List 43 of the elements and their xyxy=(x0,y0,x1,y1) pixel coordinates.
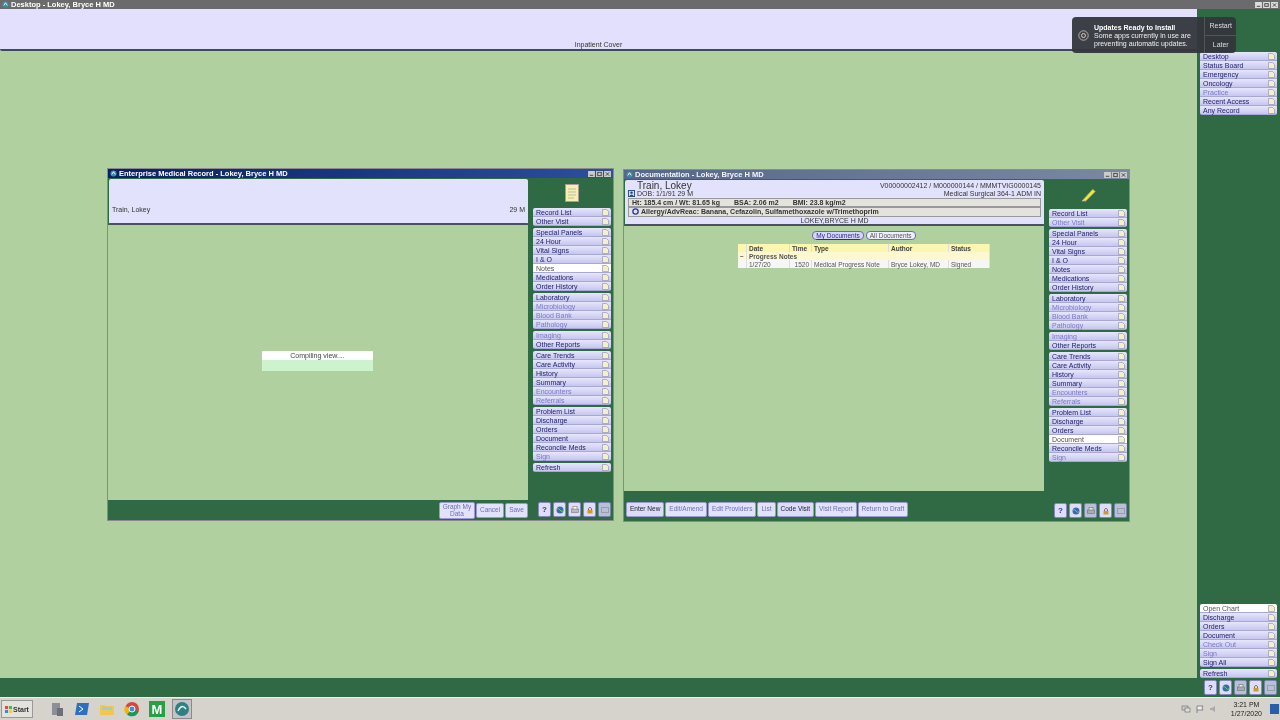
flag-icon[interactable] xyxy=(1194,705,1205,713)
maximize-button[interactable] xyxy=(596,170,603,177)
help-button[interactable]: ? xyxy=(538,502,551,517)
printer-button[interactable] xyxy=(568,502,581,517)
allergy-icon xyxy=(632,208,639,216)
minimize-button[interactable] xyxy=(588,170,595,177)
app-icon xyxy=(626,171,633,178)
printer-icon xyxy=(1236,683,1245,692)
close-button[interactable] xyxy=(604,170,611,177)
window-icon xyxy=(600,505,609,514)
restore-button[interactable] xyxy=(1263,1,1270,8)
globe-icon xyxy=(1071,506,1080,515)
minimize-button[interactable] xyxy=(1104,171,1111,178)
lock-button[interactable] xyxy=(583,502,596,517)
globe-icon xyxy=(555,505,564,514)
printer-icon xyxy=(570,505,579,514)
app-icon xyxy=(2,1,9,8)
lock-icon xyxy=(1101,506,1110,515)
window-icon xyxy=(1116,506,1125,515)
help-button[interactable]: ? xyxy=(1054,503,1067,518)
browser-icon[interactable] xyxy=(121,699,142,719)
globe-button[interactable] xyxy=(1219,680,1232,695)
lock-button[interactable] xyxy=(1099,503,1112,518)
lock-button[interactable] xyxy=(1249,680,1262,695)
lock-icon xyxy=(585,505,594,514)
windows-flag-icon xyxy=(5,705,12,713)
close-button[interactable] xyxy=(1120,171,1127,178)
printer-icon xyxy=(1086,506,1095,515)
maximize-button[interactable] xyxy=(1112,171,1119,178)
notepad-icon xyxy=(564,184,580,202)
network-icon[interactable] xyxy=(1180,705,1191,713)
patient-name: Train, Lokey xyxy=(636,181,692,190)
app-icon xyxy=(110,170,117,177)
window-icon xyxy=(1266,683,1275,692)
minimize-button[interactable] xyxy=(1255,1,1262,8)
globe-button[interactable] xyxy=(553,502,566,517)
globe-button[interactable] xyxy=(1069,503,1082,518)
lock-icon xyxy=(1251,683,1260,692)
help-button[interactable]: ? xyxy=(1204,680,1217,695)
round-logo-icon[interactable] xyxy=(171,699,192,719)
person-icon xyxy=(628,190,635,198)
globe-icon xyxy=(1221,683,1230,692)
close-button[interactable] xyxy=(1271,1,1278,8)
